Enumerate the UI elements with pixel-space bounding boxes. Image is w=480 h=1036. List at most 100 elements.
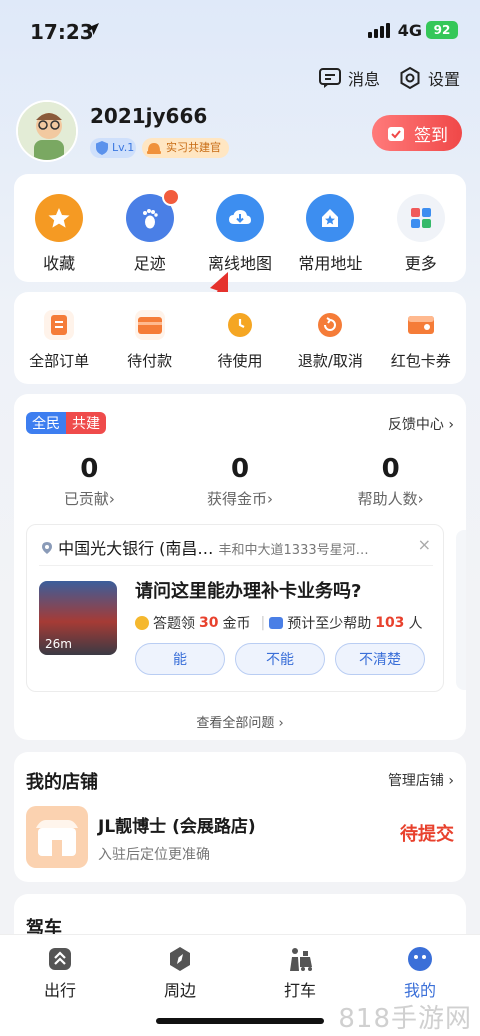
reward-amount: 30 bbox=[199, 615, 219, 631]
compass-icon bbox=[170, 947, 190, 971]
order-to-use[interactable]: 待使用 bbox=[195, 310, 285, 371]
tab-travel[interactable]: 出行 bbox=[15, 945, 105, 1036]
signin-button[interactable]: 签到 bbox=[372, 115, 462, 151]
calendar-check-icon bbox=[388, 127, 404, 141]
helmet-icon bbox=[147, 143, 161, 154]
order-all[interactable]: 全部订单 bbox=[14, 310, 104, 371]
quick-action-label: 常用地址 bbox=[298, 254, 363, 273]
watermark: 818手游网 bbox=[338, 1004, 472, 1034]
see-all-questions-link[interactable]: 查看全部问题 › bbox=[14, 712, 466, 731]
storefront-icon bbox=[36, 820, 78, 856]
stat-label: 帮助人数› bbox=[357, 490, 424, 508]
shop-card: 我的店铺 管理店铺 › JL靓博士 (会展路店) 入驻后定位更准确 待提交 bbox=[14, 752, 466, 882]
shop-icon bbox=[26, 806, 88, 868]
messages-button[interactable]: 消息 bbox=[318, 66, 380, 90]
answer-unsure-button[interactable]: 不清楚 bbox=[335, 643, 425, 675]
place-info: 中国光大银行 (南昌… 丰和中大道1333号星河… bbox=[41, 535, 411, 559]
tab-label: 周边 bbox=[163, 981, 196, 1000]
quick-action-more[interactable]: 更多 bbox=[376, 194, 466, 274]
location-arrow-icon bbox=[87, 23, 99, 35]
order-label: 待付款 bbox=[127, 352, 173, 370]
shop-name: JL靓博士 (会展路店) bbox=[98, 817, 256, 837]
question-text: 请问这里能办理补卡业务吗? bbox=[135, 581, 362, 602]
order-pending-payment[interactable]: 待付款 bbox=[105, 310, 195, 371]
reward-prefix: 答题领 bbox=[153, 616, 195, 632]
cobuild-tag-left: 全民 bbox=[26, 412, 66, 434]
distance-label: 26m bbox=[45, 637, 72, 651]
quick-action-label: 足迹 bbox=[133, 254, 166, 273]
quick-action-favorites[interactable]: 收藏 bbox=[14, 194, 104, 274]
avatar-illustration bbox=[18, 102, 76, 160]
taxi-icon bbox=[290, 948, 312, 971]
signin-label: 签到 bbox=[414, 125, 448, 146]
shield-icon bbox=[96, 141, 108, 155]
message-icon bbox=[319, 68, 341, 88]
profile-face-icon bbox=[408, 947, 432, 971]
order-label: 退款/取消 bbox=[297, 352, 363, 370]
order-icon bbox=[51, 315, 68, 335]
wallet-icon bbox=[137, 317, 162, 334]
quick-action-footprints[interactable]: 足迹 bbox=[105, 188, 195, 274]
network-type: 4G bbox=[397, 21, 422, 40]
refresh-badge-icon bbox=[161, 188, 180, 206]
stat-value: 0 bbox=[230, 454, 250, 484]
quick-action-offline-map[interactable]: 离线地图 bbox=[195, 194, 285, 274]
star-icon bbox=[48, 208, 70, 228]
orders-card: 全部订单 待付款 待使用 退款/取消 红包卡券 bbox=[14, 292, 466, 384]
home-indicator bbox=[156, 1018, 324, 1024]
avatar[interactable] bbox=[16, 100, 78, 162]
place-photo: 26m bbox=[39, 581, 117, 655]
gear-icon bbox=[400, 66, 420, 90]
shop-status-button[interactable]: 待提交 bbox=[400, 820, 454, 846]
quick-action-label: 收藏 bbox=[43, 254, 76, 273]
answer-yes-button[interactable]: 能 bbox=[135, 643, 225, 675]
quick-actions-card: 收藏 足迹 离线地图 常用地址 更多 bbox=[14, 174, 466, 282]
order-label: 红包卡券 bbox=[390, 352, 451, 370]
answer-no-button[interactable]: 不能 bbox=[235, 643, 325, 675]
grid-icon bbox=[410, 208, 431, 228]
place-address: 丰和中大道1333号星河… bbox=[218, 543, 369, 558]
next-card-peek bbox=[456, 530, 466, 690]
footprint-icon bbox=[142, 209, 158, 229]
reward-unit: 金币 bbox=[222, 616, 251, 632]
shop-title: 我的店铺 bbox=[26, 772, 98, 793]
signal-icon bbox=[368, 23, 390, 38]
question-card[interactable]: 中国光大银行 (南昌… 丰和中大道1333号星河… × 26m 请问这里能办理补… bbox=[26, 524, 444, 692]
home-icon bbox=[322, 209, 339, 227]
level-label: Lv.1 bbox=[112, 141, 135, 154]
reward-info: 答题领 30 金币 | 预计至少帮助 103 人 bbox=[135, 613, 422, 633]
order-coupons[interactable]: 红包卡券 bbox=[376, 310, 466, 371]
order-label: 全部订单 bbox=[29, 352, 90, 370]
stat-value: 0 bbox=[381, 454, 400, 484]
role-badge[interactable]: 实习共建官 bbox=[142, 138, 229, 158]
stat-label: 获得金币› bbox=[207, 490, 273, 508]
level-badge[interactable]: Lv.1 bbox=[90, 138, 136, 158]
stat-contributed[interactable]: 0 已贡献› bbox=[14, 454, 165, 509]
cobuild-tag: 全民 共建 bbox=[26, 412, 106, 434]
cobuild-tag-right: 共建 bbox=[66, 412, 106, 434]
clock-icon bbox=[227, 313, 252, 337]
manage-shop-link[interactable]: 管理店铺 › bbox=[388, 770, 454, 790]
cloud-download-icon bbox=[228, 210, 251, 224]
stat-helped[interactable]: 0 帮助人数› bbox=[315, 454, 466, 509]
coin-icon bbox=[135, 616, 149, 630]
feedback-center-link[interactable]: 反馈中心 › bbox=[388, 414, 454, 434]
tab-label: 出行 bbox=[43, 981, 76, 1000]
stat-coins[interactable]: 0 获得金币› bbox=[165, 454, 316, 509]
tab-label: 打车 bbox=[283, 981, 316, 1000]
settings-button[interactable]: 设置 bbox=[398, 66, 460, 90]
order-label: 待使用 bbox=[217, 352, 263, 370]
cobuild-card: 全民 共建 反馈中心 › 0 已贡献› 0 获得金币› 0 帮助人数› 中国光大… bbox=[14, 394, 466, 740]
answer-options: 能 不能 不清楚 bbox=[135, 643, 425, 675]
place-name: 中国光大银行 (南昌… bbox=[58, 539, 214, 558]
travel-icon bbox=[49, 948, 71, 970]
settings-label: 设置 bbox=[428, 70, 461, 89]
cobuild-stats: 0 已贡献› 0 获得金币› 0 帮助人数› bbox=[14, 454, 466, 509]
order-refund[interactable]: 退款/取消 bbox=[285, 310, 375, 371]
username: 2021jy666 bbox=[90, 104, 208, 128]
stat-label: 已贡献› bbox=[63, 490, 115, 508]
close-icon[interactable]: × bbox=[418, 535, 431, 554]
help-unit: 人 bbox=[408, 616, 423, 632]
quick-action-saved-addresses[interactable]: 常用地址 bbox=[285, 194, 375, 274]
divider bbox=[39, 565, 433, 566]
